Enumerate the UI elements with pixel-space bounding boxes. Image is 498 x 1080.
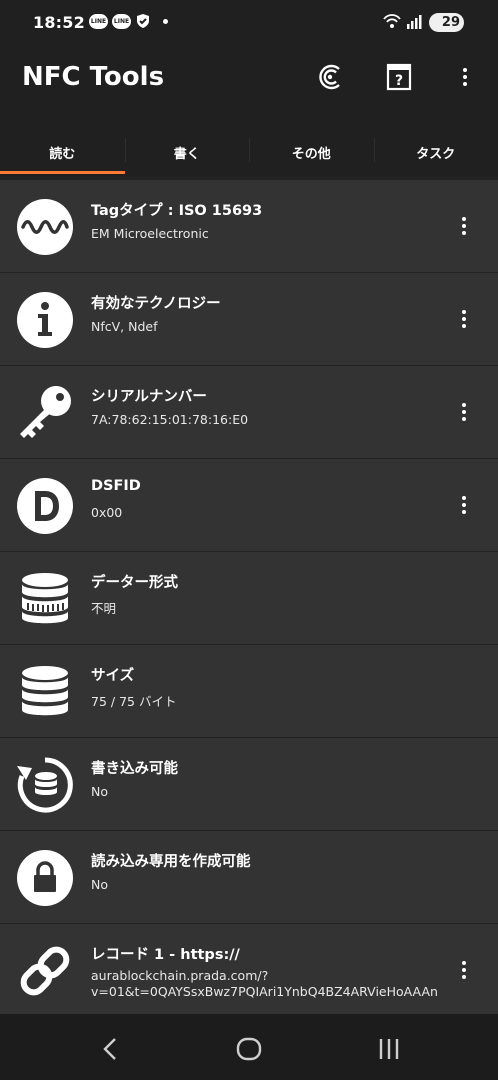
overflow-menu-button[interactable]: [450, 62, 480, 92]
key-icon: [20, 386, 71, 438]
item-value: NfcV, Ndef: [91, 319, 158, 334]
link-icon: [20, 946, 70, 996]
tab-other[interactable]: その他: [249, 128, 374, 176]
info-icon: [17, 292, 73, 348]
svg-text:?: ?: [395, 73, 403, 89]
recents-icon: [379, 1039, 399, 1059]
item-menu-button[interactable]: [452, 958, 476, 982]
tab-bar: 読む 書く その他 タスク: [0, 128, 498, 176]
battery-indicator: 29: [429, 13, 464, 32]
item-value: No: [91, 877, 108, 892]
more-vert-icon: [462, 961, 466, 979]
item-title: データー形式: [91, 575, 178, 591]
nfc-scan-button[interactable]: [315, 62, 345, 92]
item-menu-button[interactable]: [452, 400, 476, 424]
help-book-icon: ?: [386, 63, 412, 91]
list-item-size: サイズ 75 / 75 バイト: [0, 645, 498, 738]
shield-check-icon: [137, 14, 149, 28]
list-item-record-1[interactable]: レコード 1 - https:// aurablockchain.prada.c…: [0, 924, 498, 1016]
tab-label: タスク: [416, 146, 456, 162]
tab-label: 書く: [173, 146, 200, 162]
tab-read[interactable]: 読む: [0, 128, 125, 176]
list-item-dsfid[interactable]: DSFID 0x00: [0, 459, 498, 552]
line-icon: LINE: [112, 13, 131, 29]
item-value: EM Microelectronic: [91, 226, 209, 241]
app-title: NFC Tools: [22, 62, 165, 92]
database-icon: [22, 666, 68, 716]
tab-write[interactable]: 書く: [124, 128, 250, 176]
list-item-tag-type[interactable]: Tagタイプ : ISO 15693 EM Microelectronic: [0, 180, 498, 273]
notification-icons: LINE LINE: [89, 13, 168, 29]
list-item-data-format: データー形式 不明: [0, 552, 498, 645]
status-bar: 18:52 LINE LINE 29: [0, 0, 498, 46]
item-menu-button[interactable]: [452, 214, 476, 238]
home-icon: [236, 1037, 262, 1061]
database-refresh-icon: [17, 757, 73, 813]
tag-info-list: Tagタイプ : ISO 15693 EM Microelectronic 有効…: [0, 180, 498, 1016]
tab-label: その他: [291, 146, 331, 162]
lock-icon: [17, 850, 73, 906]
item-value: 75 / 75 バイト: [91, 694, 177, 709]
item-value: 7A:78:62:15:01:78:16:E0: [91, 412, 249, 427]
more-vert-icon: [462, 217, 466, 235]
back-button[interactable]: [96, 1034, 126, 1064]
tab-tasks[interactable]: タスク: [373, 128, 498, 176]
back-chevron-icon: [103, 1038, 116, 1060]
help-button[interactable]: ?: [384, 62, 414, 92]
list-item-writable: 書き込み可能 No: [0, 738, 498, 831]
item-title: 書き込み可能: [91, 761, 178, 777]
item-title: Tagタイプ : ISO 15693: [91, 203, 263, 219]
item-title: レコード 1 - https://: [91, 947, 240, 963]
tab-label: 読む: [49, 146, 76, 162]
item-value: aurablockchain.prada.com/?v=01&t=0QAYSsx…: [91, 968, 438, 999]
system-nav-bar: [0, 1014, 498, 1080]
line-icon: LINE: [89, 13, 108, 29]
app-bar: NFC Tools ?: [0, 46, 498, 128]
more-notifications-dot: [163, 18, 168, 24]
more-vert-icon: [462, 310, 466, 328]
list-item-serial-number[interactable]: シリアルナンバー 7A:78:62:15:01:78:16:E0: [0, 366, 498, 459]
database-format-icon: [22, 573, 68, 624]
item-title: 読み込み専用を作成可能: [91, 854, 251, 870]
item-title: サイズ: [91, 668, 135, 684]
battery-level: 29: [441, 15, 460, 30]
more-vert-icon: [463, 68, 467, 86]
letter-d-icon: [17, 478, 73, 534]
list-item-technologies[interactable]: 有効なテクノロジー NfcV, Ndef: [0, 273, 498, 366]
item-value: 不明: [91, 601, 117, 616]
item-title: シリアルナンバー: [91, 389, 207, 405]
more-vert-icon: [462, 403, 466, 421]
wave-icon: [17, 199, 73, 255]
more-vert-icon: [462, 496, 466, 514]
item-title: DSFID: [91, 478, 141, 494]
recents-button[interactable]: [374, 1034, 404, 1064]
list-item-can-make-read-only: 読み込み専用を作成可能 No: [0, 831, 498, 924]
item-title: 有効なテクノロジー: [91, 296, 221, 312]
item-menu-button[interactable]: [452, 493, 476, 517]
active-tab-indicator: [0, 171, 125, 174]
item-value: 0x00: [91, 505, 123, 520]
item-value: No: [91, 784, 108, 799]
nfc-icon: [319, 64, 340, 90]
wifi-signal-icon: [383, 14, 422, 29]
status-time: 18:52: [33, 13, 85, 32]
home-button[interactable]: [234, 1034, 264, 1064]
item-menu-button[interactable]: [452, 307, 476, 331]
